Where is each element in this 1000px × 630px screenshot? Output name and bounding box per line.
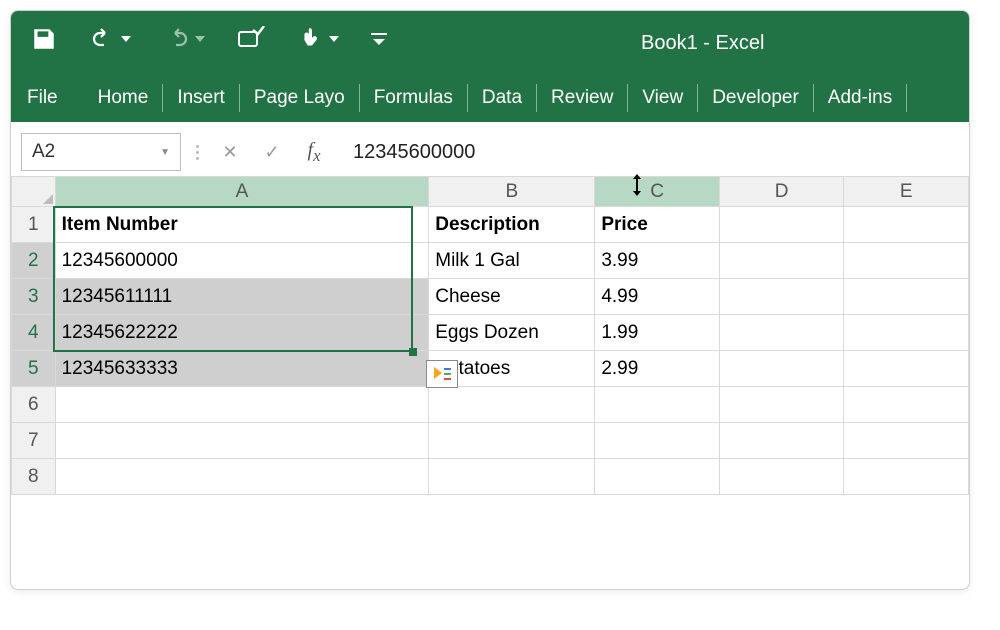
cell-E2[interactable] bbox=[844, 243, 969, 279]
tab-pagelayout[interactable]: Page Layo bbox=[240, 84, 360, 112]
row-header-6[interactable]: 6 bbox=[12, 387, 56, 423]
ribbon: Book1 - Excel File Home Insert Page Layo… bbox=[11, 11, 969, 122]
undo-icon[interactable] bbox=[89, 27, 131, 51]
cell-E4[interactable] bbox=[844, 315, 969, 351]
cell-C5[interactable]: 2.99 bbox=[595, 351, 720, 387]
cell-E1[interactable] bbox=[844, 207, 969, 243]
cell-B8[interactable] bbox=[429, 459, 595, 495]
cell-C1[interactable]: Price bbox=[595, 207, 720, 243]
quick-analysis-button[interactable] bbox=[426, 360, 458, 388]
cell-E5[interactable] bbox=[844, 351, 969, 387]
col-header-A[interactable]: A bbox=[55, 177, 429, 207]
tab-developer[interactable]: Developer bbox=[698, 84, 814, 112]
save-icon[interactable] bbox=[31, 26, 57, 52]
fx-icon[interactable]: fx bbox=[297, 135, 331, 169]
tab-insert[interactable]: Insert bbox=[163, 84, 240, 112]
row-header-8[interactable]: 8 bbox=[12, 459, 56, 495]
window-title: Book1 - Excel bbox=[641, 32, 764, 55]
cell-C8[interactable] bbox=[595, 459, 720, 495]
cell-E7[interactable] bbox=[844, 423, 969, 459]
tab-review[interactable]: Review bbox=[537, 84, 628, 112]
tab-data[interactable]: Data bbox=[468, 84, 537, 112]
touch-mode-icon[interactable] bbox=[299, 25, 339, 53]
select-all[interactable] bbox=[12, 177, 56, 207]
cell-B2[interactable]: Milk 1 Gal bbox=[429, 243, 595, 279]
cell-D1[interactable] bbox=[719, 207, 844, 243]
col-header-C[interactable]: C bbox=[595, 177, 720, 207]
row-header-4[interactable]: 4 bbox=[12, 315, 56, 351]
cell-D6[interactable] bbox=[719, 387, 844, 423]
cell-D7[interactable] bbox=[719, 423, 844, 459]
excel-window: Book1 - Excel File Home Insert Page Layo… bbox=[10, 10, 970, 590]
ribbon-tabs: File Home Insert Page Layo Formulas Data… bbox=[23, 84, 969, 112]
cell-D5[interactable] bbox=[719, 351, 844, 387]
cell-B4[interactable]: Eggs Dozen bbox=[429, 315, 595, 351]
tab-home[interactable]: Home bbox=[72, 84, 164, 112]
name-box[interactable]: A2 ▼ bbox=[21, 133, 181, 171]
cell-C2[interactable]: 3.99 bbox=[595, 243, 720, 279]
cell-C6[interactable] bbox=[595, 387, 720, 423]
cell-C4[interactable]: 1.99 bbox=[595, 315, 720, 351]
cancel-icon[interactable]: ✕ bbox=[213, 135, 247, 169]
cell-A3[interactable]: 12345611111 bbox=[55, 279, 429, 315]
name-box-value: A2 bbox=[32, 141, 55, 163]
row-header-2[interactable]: 2 bbox=[12, 243, 56, 279]
col-header-B[interactable]: B bbox=[429, 177, 595, 207]
col-header-E[interactable]: E bbox=[844, 177, 969, 207]
cell-A6[interactable] bbox=[55, 387, 429, 423]
enter-icon[interactable]: ✓ bbox=[255, 135, 289, 169]
tab-formulas[interactable]: Formulas bbox=[360, 84, 468, 112]
cell-B3[interactable]: Cheese bbox=[429, 279, 595, 315]
row-header-1[interactable]: 1 bbox=[12, 207, 56, 243]
cell-C3[interactable]: 4.99 bbox=[595, 279, 720, 315]
row-header-7[interactable]: 7 bbox=[12, 423, 56, 459]
cell-C7[interactable] bbox=[595, 423, 720, 459]
column-headers[interactable]: A B C D E bbox=[12, 177, 969, 207]
spellcheck-icon[interactable] bbox=[237, 26, 267, 52]
cell-E8[interactable] bbox=[844, 459, 969, 495]
cell-D2[interactable] bbox=[719, 243, 844, 279]
cell-A1[interactable]: Item Number bbox=[55, 207, 429, 243]
worksheet[interactable]: A B C D E 1 Item Number Description Pric… bbox=[11, 176, 969, 495]
row-header-5[interactable]: 5 bbox=[12, 351, 56, 387]
row-header-3[interactable]: 3 bbox=[12, 279, 56, 315]
tab-addins[interactable]: Add-ins bbox=[814, 84, 907, 112]
formula-input[interactable]: 12345600000 bbox=[339, 141, 959, 164]
cell-B6[interactable] bbox=[429, 387, 595, 423]
redo-icon[interactable] bbox=[163, 27, 205, 51]
cell-B7[interactable] bbox=[429, 423, 595, 459]
cell-D3[interactable] bbox=[719, 279, 844, 315]
tab-file[interactable]: File bbox=[23, 84, 72, 112]
formula-bar-splitter[interactable] bbox=[189, 145, 205, 160]
cell-D8[interactable] bbox=[719, 459, 844, 495]
cell-A4[interactable]: 12345622222 bbox=[55, 315, 429, 351]
cell-A2[interactable]: 12345600000 bbox=[55, 243, 429, 279]
cell-E6[interactable] bbox=[844, 387, 969, 423]
quick-access-toolbar bbox=[31, 25, 387, 53]
col-header-D[interactable]: D bbox=[719, 177, 844, 207]
customize-qat-icon[interactable] bbox=[371, 31, 387, 47]
formula-bar: A2 ▼ ✕ ✓ fx 12345600000 bbox=[11, 122, 969, 176]
cell-A5[interactable]: 12345633333 bbox=[55, 351, 429, 387]
fill-handle[interactable] bbox=[409, 348, 417, 356]
cell-A7[interactable] bbox=[55, 423, 429, 459]
chevron-down-icon[interactable]: ▼ bbox=[160, 147, 170, 158]
cell-E3[interactable] bbox=[844, 279, 969, 315]
cell-A8[interactable] bbox=[55, 459, 429, 495]
tab-view[interactable]: View bbox=[628, 84, 698, 112]
cell-D4[interactable] bbox=[719, 315, 844, 351]
cell-B1[interactable]: Description bbox=[429, 207, 595, 243]
